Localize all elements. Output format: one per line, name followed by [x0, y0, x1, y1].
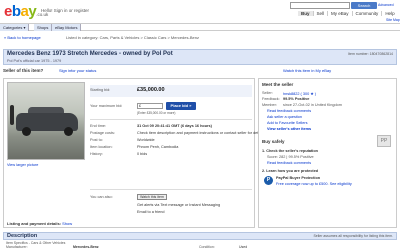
item-title-bar: Mercedes Benz 1973 Stretch Mercedes - ow…: [3, 49, 397, 65]
paypal-icon: P: [264, 176, 273, 185]
other-items-link[interactable]: View seller's other items: [267, 127, 311, 131]
history-label: History:: [90, 152, 103, 156]
tab-shops[interactable]: Shops: [34, 24, 53, 31]
post-to-label: Post to:: [90, 138, 103, 142]
search-input[interactable]: [290, 2, 350, 9]
person-figure: [10, 105, 14, 125]
postage-value: Check item description and payment instr…: [137, 131, 265, 135]
max-bid-label: Your maximum bid:: [90, 104, 123, 108]
view-larger-picture-link[interactable]: View larger picture: [7, 163, 38, 167]
paypal-coverage-link[interactable]: Free coverage now up to £500. See eligib…: [276, 182, 352, 186]
site-map-link[interactable]: Site Map: [386, 18, 400, 22]
starting-bid-price: £35,000.00: [137, 87, 165, 93]
add-favourite-link[interactable]: Add to Favourite Sellers: [267, 121, 308, 125]
place-bid-button[interactable]: Place bid »: [166, 102, 196, 110]
end-time-value: 31 Oct 09 20:41:41 GMT (6 days 16 hours): [137, 124, 212, 128]
listing-details-label: Listing and payment details:: [7, 221, 62, 226]
watch-item-button[interactable]: Watch this item: [137, 194, 167, 200]
tab-ebay-motors[interactable]: eBay Motors: [52, 24, 82, 31]
post-to-value: Worldwide: [137, 138, 155, 142]
responsibility-text: Seller assumes all responsibility for li…: [313, 234, 393, 238]
item-title: Mercedes Benz 1973 Stretch Mercedes - ow…: [7, 51, 173, 57]
description-bar: Description Seller assumes all responsib…: [3, 232, 397, 240]
search-button[interactable]: Search: [351, 2, 377, 9]
bid-hint: (Enter £35,000.00 or more): [137, 111, 176, 115]
car-wheel-front: [22, 127, 31, 136]
watch-item-link[interactable]: Watch this item in My eBay: [283, 68, 331, 73]
seller-label: Seller:: [262, 91, 273, 95]
seller-panel: Meet the seller Seller: hnsk8822 ( 300 ★…: [258, 78, 397, 228]
divider: [90, 189, 252, 190]
ask-question-link[interactable]: Ask seller a question: [267, 115, 302, 119]
member-label: Member:: [262, 103, 277, 107]
max-bid-input[interactable]: £: [137, 103, 163, 109]
location-value: Phnom Penh, Cambodia: [137, 145, 179, 149]
price-row-bg: [90, 85, 252, 97]
step1-score: Score: 282 | 99.5% Positive: [267, 155, 314, 159]
member-value: since 27-Oct-02 in United Kingdom: [283, 103, 342, 107]
step1-feedback-link[interactable]: Read feedback comments: [267, 161, 311, 165]
end-time-label: End time:: [90, 124, 107, 128]
nav-buy[interactable]: Buy: [298, 11, 313, 16]
sign-in-link[interactable]: Sign in: [59, 68, 71, 73]
step2-text: 2. Learn how you are protected: [262, 169, 319, 173]
seller-question-row: Seller of this item? Sign in for your st…: [3, 68, 397, 76]
logo-letter-e: e: [4, 3, 12, 20]
condition-value: Used: [239, 245, 248, 249]
nav-my-ebay[interactable]: My eBay: [327, 11, 352, 16]
car-wheel-rear: [64, 127, 73, 136]
listing-details-show-link[interactable]: Show: [62, 221, 72, 226]
history-bids-link[interactable]: 0 bids: [137, 152, 147, 156]
category-navbar: Categories ▾ Shops eBay Motors: [0, 23, 400, 31]
feedback-label: Feedback:: [262, 97, 280, 101]
paypal-guarantee-icon: PP: [377, 135, 391, 147]
greeting[interactable]: Hello! Sign in or register: [41, 8, 89, 13]
nav-help[interactable]: Help: [381, 11, 397, 16]
read-feedback-link[interactable]: Read feedback comments: [267, 109, 311, 113]
item-box: View larger picture Listing and payment …: [3, 78, 264, 228]
email-friend-link[interactable]: Email to a friend: [137, 210, 164, 214]
seller-name-link[interactable]: hnsk8822 ( 300 ★ ): [283, 91, 316, 96]
item-photo[interactable]: [7, 82, 85, 160]
location-label: Item location:: [90, 145, 113, 149]
condition-label: Condition:: [199, 245, 215, 249]
you-can-also-label: You can also:: [90, 195, 113, 199]
item-number: Item number: 180470862814: [348, 52, 393, 56]
seller-question-label: Seller of this item?: [3, 68, 44, 73]
status-text: for your status: [71, 68, 97, 73]
starting-bid-label: Starting bid:: [90, 88, 111, 92]
feedback-value: 99.5% Positive: [283, 97, 310, 101]
nav-community[interactable]: Community: [351, 11, 382, 16]
postage-label: Postage costs:: [90, 131, 115, 135]
description-title: Description: [7, 233, 38, 239]
item-subtitle: Pol Pot's official car 1975 - 1979: [7, 59, 62, 63]
manufacturer-value: Mercedes-Benz: [73, 245, 99, 249]
divider: [90, 119, 252, 120]
ebay-logo[interactable]: ebay.co.uk: [4, 4, 48, 22]
nav-sell[interactable]: Sell: [312, 11, 328, 16]
step1-text: 1. Check the seller's reputation: [262, 149, 318, 153]
category-path[interactable]: Listed in category: Cars, Parts & Vehicl…: [66, 35, 199, 40]
top-nav: Buy Sell My eBay Community Help: [298, 11, 398, 16]
advanced-search-link[interactable]: Advanced: [378, 3, 394, 7]
buy-safely-heading: Buy safely: [262, 139, 285, 144]
breadcrumb: « Back to homepage Listed in category: C…: [0, 34, 400, 42]
item-specifics: Item Specifics - Cars & Other Vehicles M…: [3, 241, 397, 250]
text-alerts-link[interactable]: Get alerts via Text message or Instant M…: [137, 203, 220, 207]
header: ebay.co.uk Hello! Sign in or register Se…: [0, 0, 400, 24]
tab-categories[interactable]: Categories ▾: [0, 24, 30, 31]
meet-seller-heading: Meet the seller: [262, 82, 294, 87]
back-to-homepage-link[interactable]: « Back to homepage: [4, 35, 41, 40]
logo-letter-b: b: [11, 3, 21, 20]
manufacturer-label: Manufacturer:: [6, 245, 28, 249]
paypal-title: PayPal Buyer Protection: [276, 176, 321, 180]
listing-details-row: Listing and payment details: Show: [7, 221, 72, 226]
